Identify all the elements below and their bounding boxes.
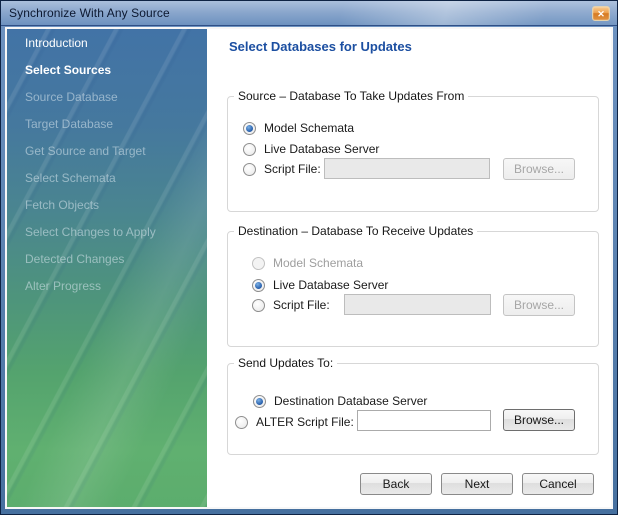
radio-label: Model Schemata (264, 121, 354, 135)
close-button[interactable]: ✕ (592, 6, 610, 21)
group-destination: Destination – Database To Receive Update… (227, 231, 599, 347)
radio-checked-icon[interactable] (253, 395, 266, 408)
close-icon: ✕ (597, 9, 605, 19)
wizard-steps-sidebar: Introduction Select Sources Source Datab… (7, 29, 207, 507)
main-panel: Select Databases for Updates Source – Da… (207, 29, 611, 507)
wizard-window: Synchronize With Any Source ✕ Introducti… (0, 0, 618, 515)
radio-label: Script File: (273, 298, 330, 312)
sidebar-item-get-source-and-target: Get Source and Target (7, 137, 207, 164)
radio-unchecked-icon[interactable] (243, 163, 256, 176)
alter-browse-button[interactable]: Browse... (503, 409, 575, 431)
window-content: Introduction Select Sources Source Datab… (5, 27, 613, 509)
group-source: Source – Database To Take Updates From M… (227, 96, 599, 212)
window-frame: Introduction Select Sources Source Datab… (1, 26, 617, 514)
group-send-updates-to: Send Updates To: Destination Database Se… (227, 363, 599, 455)
sidebar-item-select-sources: Select Sources (7, 56, 207, 83)
page-title: Select Databases for Updates (229, 39, 412, 54)
radio-alter-script-file[interactable]: ALTER Script File: (235, 412, 354, 432)
group-destination-label: Destination – Database To Receive Update… (234, 224, 477, 238)
radio-label: ALTER Script File: (256, 415, 354, 429)
radio-label: Model Schemata (273, 256, 363, 270)
radio-label: Live Database Server (264, 142, 379, 156)
sidebar-item-fetch-objects: Fetch Objects (7, 191, 207, 218)
radio-disabled-icon (252, 257, 265, 270)
destination-browse-button: Browse... (503, 294, 575, 316)
cancel-button[interactable]: Cancel (522, 473, 594, 495)
group-send-updates-label: Send Updates To: (234, 356, 337, 370)
sidebar-item-source-database: Source Database (7, 83, 207, 110)
radio-source-model-schemata[interactable]: Model Schemata (243, 118, 354, 138)
window-title: Synchronize With Any Source (9, 6, 170, 20)
sidebar-item-select-changes-to-apply: Select Changes to Apply (7, 218, 207, 245)
sidebar-item-introduction: Introduction (7, 29, 207, 56)
radio-unchecked-icon[interactable] (252, 299, 265, 312)
radio-unchecked-icon[interactable] (235, 416, 248, 429)
source-browse-button: Browse... (503, 158, 575, 180)
group-source-label: Source – Database To Take Updates From (234, 89, 468, 103)
destination-script-file-input (344, 294, 491, 315)
source-script-file-input (324, 158, 490, 179)
radio-checked-icon[interactable] (252, 279, 265, 292)
radio-destination-live-database-server[interactable]: Live Database Server (252, 275, 388, 295)
radio-source-script-file[interactable]: Script File: (243, 159, 321, 179)
alter-script-file-input[interactable] (357, 410, 491, 431)
sidebar-item-detected-changes: Detected Changes (7, 245, 207, 272)
radio-unchecked-icon[interactable] (243, 143, 256, 156)
radio-destination-model-schemata: Model Schemata (252, 253, 363, 273)
sidebar-item-target-database: Target Database (7, 110, 207, 137)
radio-label: Live Database Server (273, 278, 388, 292)
radio-label: Script File: (264, 162, 321, 176)
radio-label: Destination Database Server (274, 394, 427, 408)
wizard-step-list: Introduction Select Sources Source Datab… (7, 29, 207, 299)
radio-destination-database-server[interactable]: Destination Database Server (253, 391, 427, 411)
radio-source-live-database-server[interactable]: Live Database Server (243, 139, 379, 159)
sidebar-item-alter-progress: Alter Progress (7, 272, 207, 299)
radio-checked-icon[interactable] (243, 122, 256, 135)
next-button[interactable]: Next (441, 473, 513, 495)
titlebar[interactable]: Synchronize With Any Source ✕ (1, 1, 617, 26)
back-button[interactable]: Back (360, 473, 432, 495)
sidebar-item-select-schemata: Select Schemata (7, 164, 207, 191)
radio-destination-script-file[interactable]: Script File: (252, 295, 330, 315)
